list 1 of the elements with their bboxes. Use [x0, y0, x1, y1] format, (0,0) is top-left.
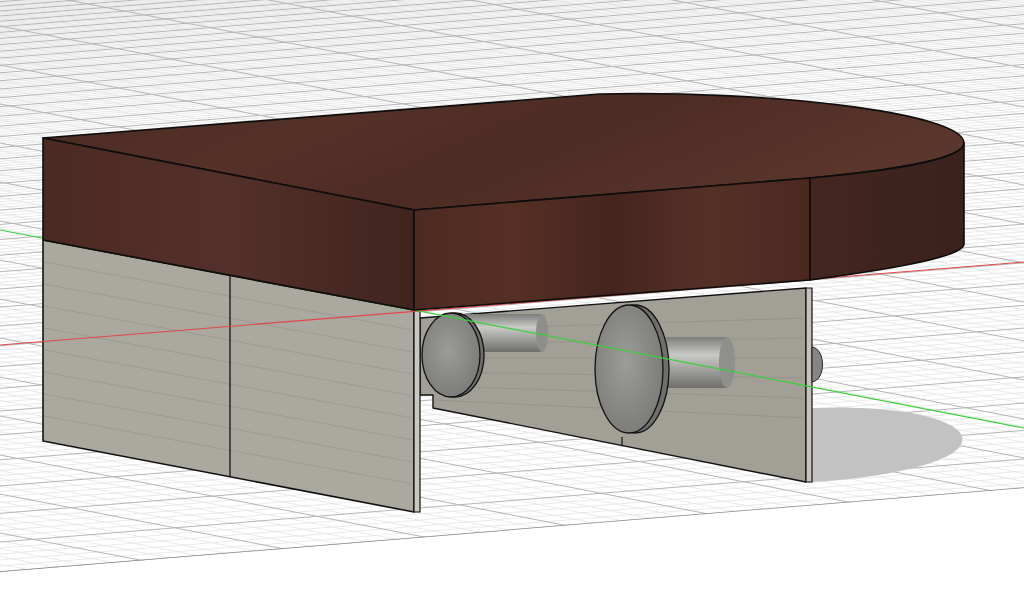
rod-end: [811, 346, 823, 383]
